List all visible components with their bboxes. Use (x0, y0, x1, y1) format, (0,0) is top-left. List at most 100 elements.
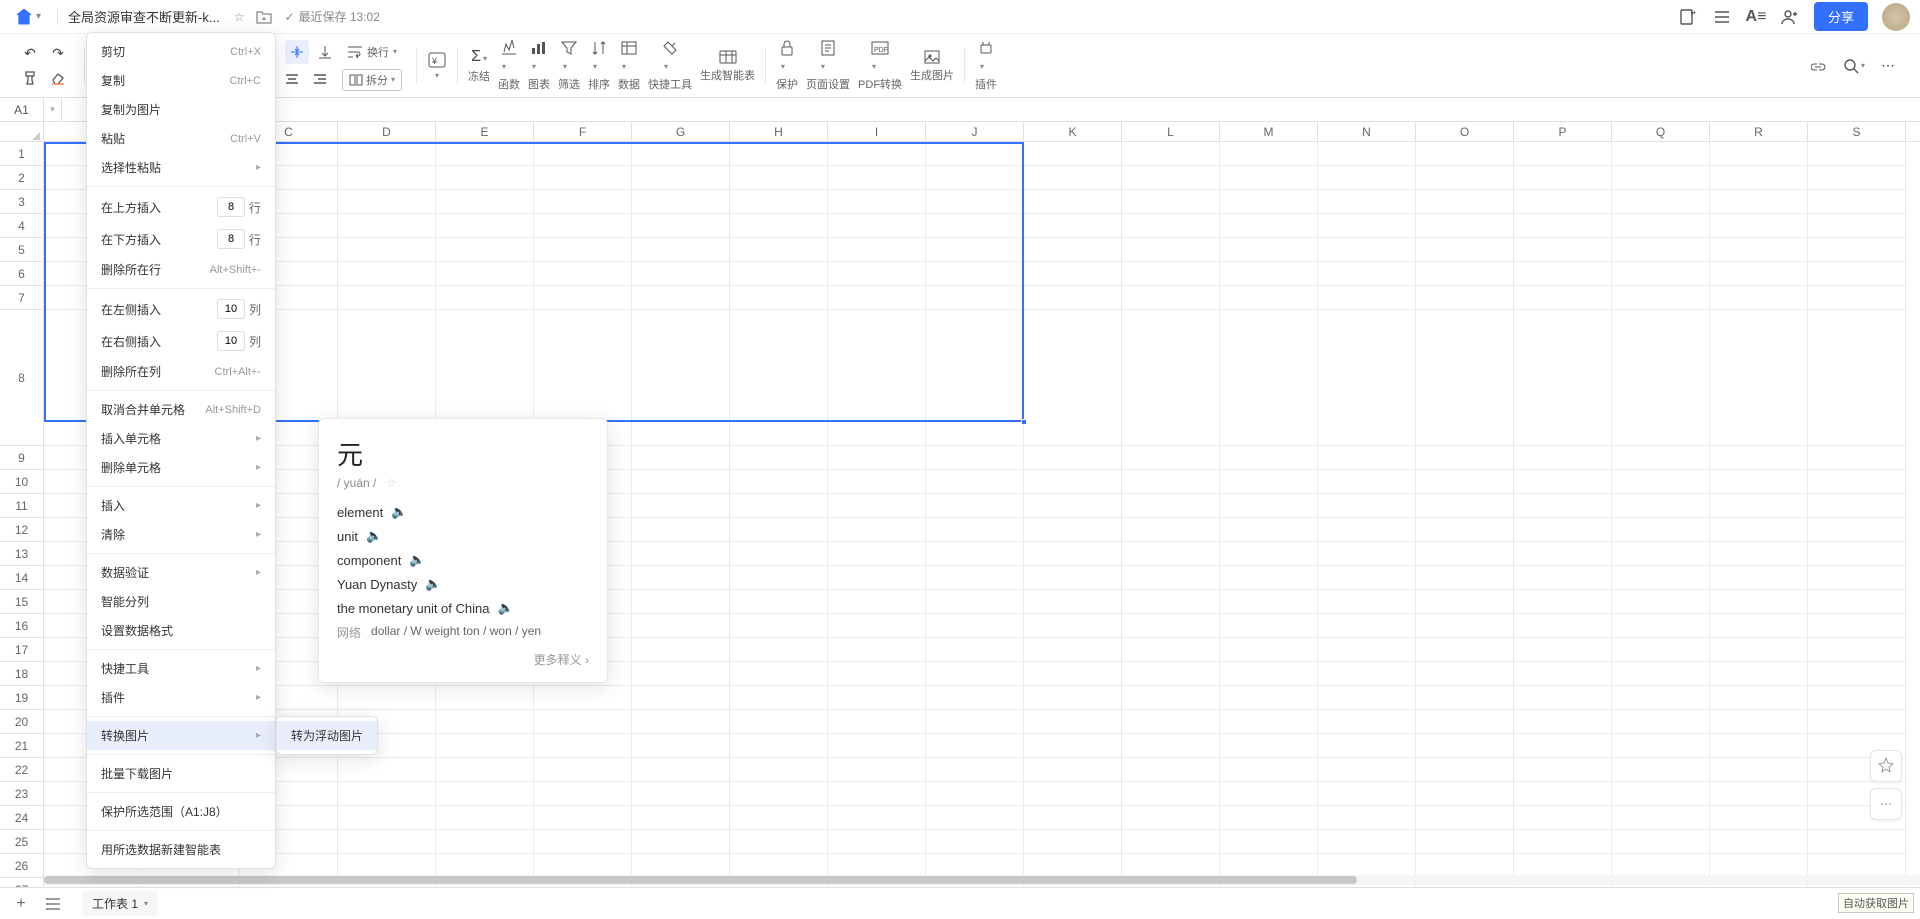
cell[interactable] (1710, 262, 1808, 286)
cell[interactable] (1122, 142, 1220, 166)
cell[interactable] (1220, 782, 1318, 806)
star-icon[interactable]: ☆ (234, 10, 245, 24)
cell[interactable] (1514, 830, 1612, 854)
cell[interactable] (1122, 830, 1220, 854)
cell[interactable] (1808, 494, 1906, 518)
cell[interactable] (1808, 542, 1906, 566)
row-header[interactable]: 5 (0, 238, 44, 262)
cell[interactable] (828, 190, 926, 214)
row-header[interactable]: 15 (0, 590, 44, 614)
cell[interactable] (730, 142, 828, 166)
cell[interactable] (1318, 590, 1416, 614)
cell[interactable] (1710, 686, 1808, 710)
cell[interactable] (730, 782, 828, 806)
cell[interactable] (926, 190, 1024, 214)
cell[interactable] (1612, 310, 1710, 446)
cell[interactable] (632, 710, 730, 734)
cell[interactable] (730, 310, 828, 446)
select-all-corner[interactable] (0, 122, 44, 141)
cell[interactable] (1220, 238, 1318, 262)
insert-above-count[interactable] (217, 197, 245, 217)
cell[interactable] (828, 470, 926, 494)
column-header[interactable]: L (1122, 122, 1220, 141)
cell[interactable] (1220, 470, 1318, 494)
cell[interactable] (1318, 614, 1416, 638)
new-note-icon[interactable]: + (1678, 7, 1698, 27)
cell[interactable] (1024, 470, 1122, 494)
cell[interactable] (1122, 638, 1220, 662)
cell[interactable] (1514, 494, 1612, 518)
redo-button[interactable]: ↷ (46, 42, 70, 66)
cell[interactable] (1514, 614, 1612, 638)
cell[interactable] (1612, 494, 1710, 518)
dict-more-link[interactable]: 更多释义 › (337, 651, 589, 668)
cell[interactable] (1318, 806, 1416, 830)
valign-middle-button[interactable] (285, 40, 309, 64)
cm-paste[interactable]: 粘贴Ctrl+V (87, 124, 275, 153)
ai-assist-icon[interactable] (1870, 750, 1902, 782)
cell[interactable] (436, 142, 534, 166)
cell[interactable] (926, 686, 1024, 710)
cell[interactable] (926, 494, 1024, 518)
cell[interactable] (1024, 142, 1122, 166)
cell[interactable] (1612, 166, 1710, 190)
cell[interactable] (632, 614, 730, 638)
cell[interactable] (632, 542, 730, 566)
cell[interactable] (1220, 310, 1318, 446)
halign-right-button[interactable] (308, 68, 332, 92)
cell[interactable] (828, 686, 926, 710)
cell[interactable] (828, 286, 926, 310)
insert-left-count[interactable] (217, 299, 245, 319)
cell[interactable] (1514, 734, 1612, 758)
cm-data-validation[interactable]: 数据验证▸ (87, 558, 275, 587)
cell[interactable] (1318, 686, 1416, 710)
cm-set-format[interactable]: 设置数据格式 (87, 616, 275, 645)
column-header[interactable]: G (632, 122, 730, 141)
cell[interactable] (926, 614, 1024, 638)
column-header[interactable]: H (730, 122, 828, 141)
cell[interactable] (534, 758, 632, 782)
cell[interactable] (1416, 262, 1514, 286)
row-header[interactable]: 16 (0, 614, 44, 638)
cell[interactable] (1416, 734, 1514, 758)
cell[interactable] (1808, 830, 1906, 854)
cell[interactable] (1024, 286, 1122, 310)
cell[interactable] (1710, 806, 1808, 830)
cm-cut[interactable]: 剪切Ctrl+X (87, 37, 275, 66)
cm-delete-col[interactable]: 删除所在列Ctrl+Alt+- (87, 357, 275, 386)
cell[interactable] (926, 142, 1024, 166)
search-icon[interactable]: ▾ (1842, 54, 1866, 78)
cell[interactable] (1318, 782, 1416, 806)
cell[interactable] (534, 238, 632, 262)
row-header[interactable]: 1 (0, 142, 44, 166)
cell[interactable] (1612, 638, 1710, 662)
cell[interactable] (534, 734, 632, 758)
cell[interactable] (730, 494, 828, 518)
cell[interactable] (1024, 190, 1122, 214)
row-header[interactable]: 9 (0, 446, 44, 470)
more-icon[interactable]: ⋯ (1876, 54, 1900, 78)
cell[interactable] (1122, 470, 1220, 494)
cell[interactable] (828, 734, 926, 758)
cell[interactable] (730, 734, 828, 758)
cell[interactable] (1808, 614, 1906, 638)
cell[interactable] (1416, 566, 1514, 590)
cell[interactable] (1514, 662, 1612, 686)
cell[interactable] (1024, 710, 1122, 734)
cell[interactable] (1024, 310, 1122, 446)
cell[interactable] (1612, 662, 1710, 686)
cell[interactable] (1220, 686, 1318, 710)
cell[interactable] (1416, 166, 1514, 190)
cell[interactable] (1808, 566, 1906, 590)
cell[interactable] (1318, 470, 1416, 494)
column-header[interactable]: O (1416, 122, 1514, 141)
row-header[interactable]: 20 (0, 710, 44, 734)
cell[interactable] (1220, 710, 1318, 734)
cell[interactable] (1122, 286, 1220, 310)
cell[interactable] (1122, 734, 1220, 758)
cm-batch-download[interactable]: 批量下载图片 (87, 759, 275, 788)
cell[interactable] (730, 446, 828, 470)
cell[interactable] (828, 758, 926, 782)
freeze-button[interactable]: Σ▾ 冻结 (464, 48, 494, 84)
cell[interactable] (1808, 662, 1906, 686)
